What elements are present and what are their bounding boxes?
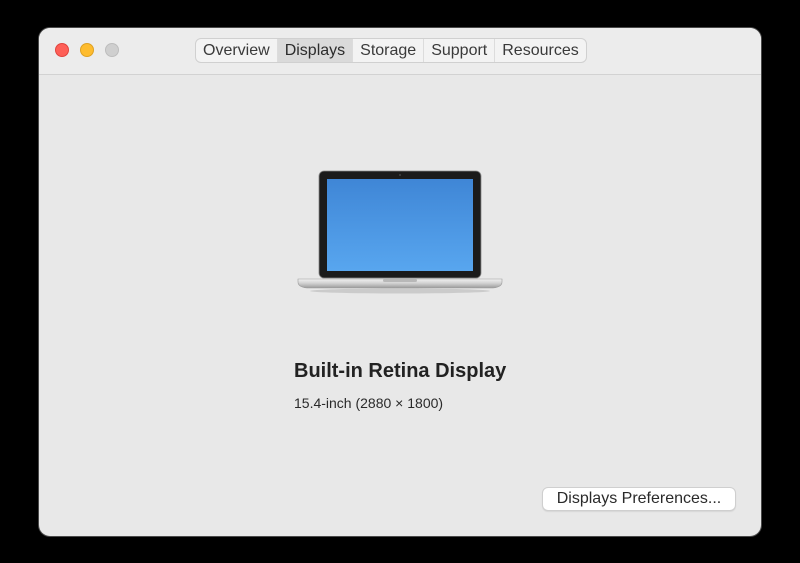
display-name: Built-in Retina Display — [294, 360, 507, 382]
tab-resources[interactable]: Resources — [495, 39, 585, 62]
tab-support[interactable]: Support — [424, 39, 496, 62]
tab-bar: Overview Displays Storage Support Resour… — [195, 38, 587, 63]
displays-preferences-button[interactable]: Displays Preferences... — [542, 487, 736, 511]
displays-pane: Built-in Retina Display 15.4-inch (2880 … — [39, 75, 761, 536]
tab-storage[interactable]: Storage — [353, 39, 425, 62]
title-bar: Overview Displays Storage Support Resour… — [39, 28, 761, 75]
display-spec: 15.4-inch (2880 × 1800) — [294, 395, 444, 411]
minimize-button[interactable] — [80, 43, 94, 57]
close-button[interactable] — [55, 43, 69, 57]
about-this-mac-window: Overview Displays Storage Support Resour… — [39, 28, 761, 536]
tab-overview[interactable]: Overview — [196, 39, 278, 62]
zoom-button[interactable] — [105, 43, 119, 57]
laptop-icon — [297, 170, 503, 294]
tab-displays[interactable]: Displays — [277, 39, 354, 62]
